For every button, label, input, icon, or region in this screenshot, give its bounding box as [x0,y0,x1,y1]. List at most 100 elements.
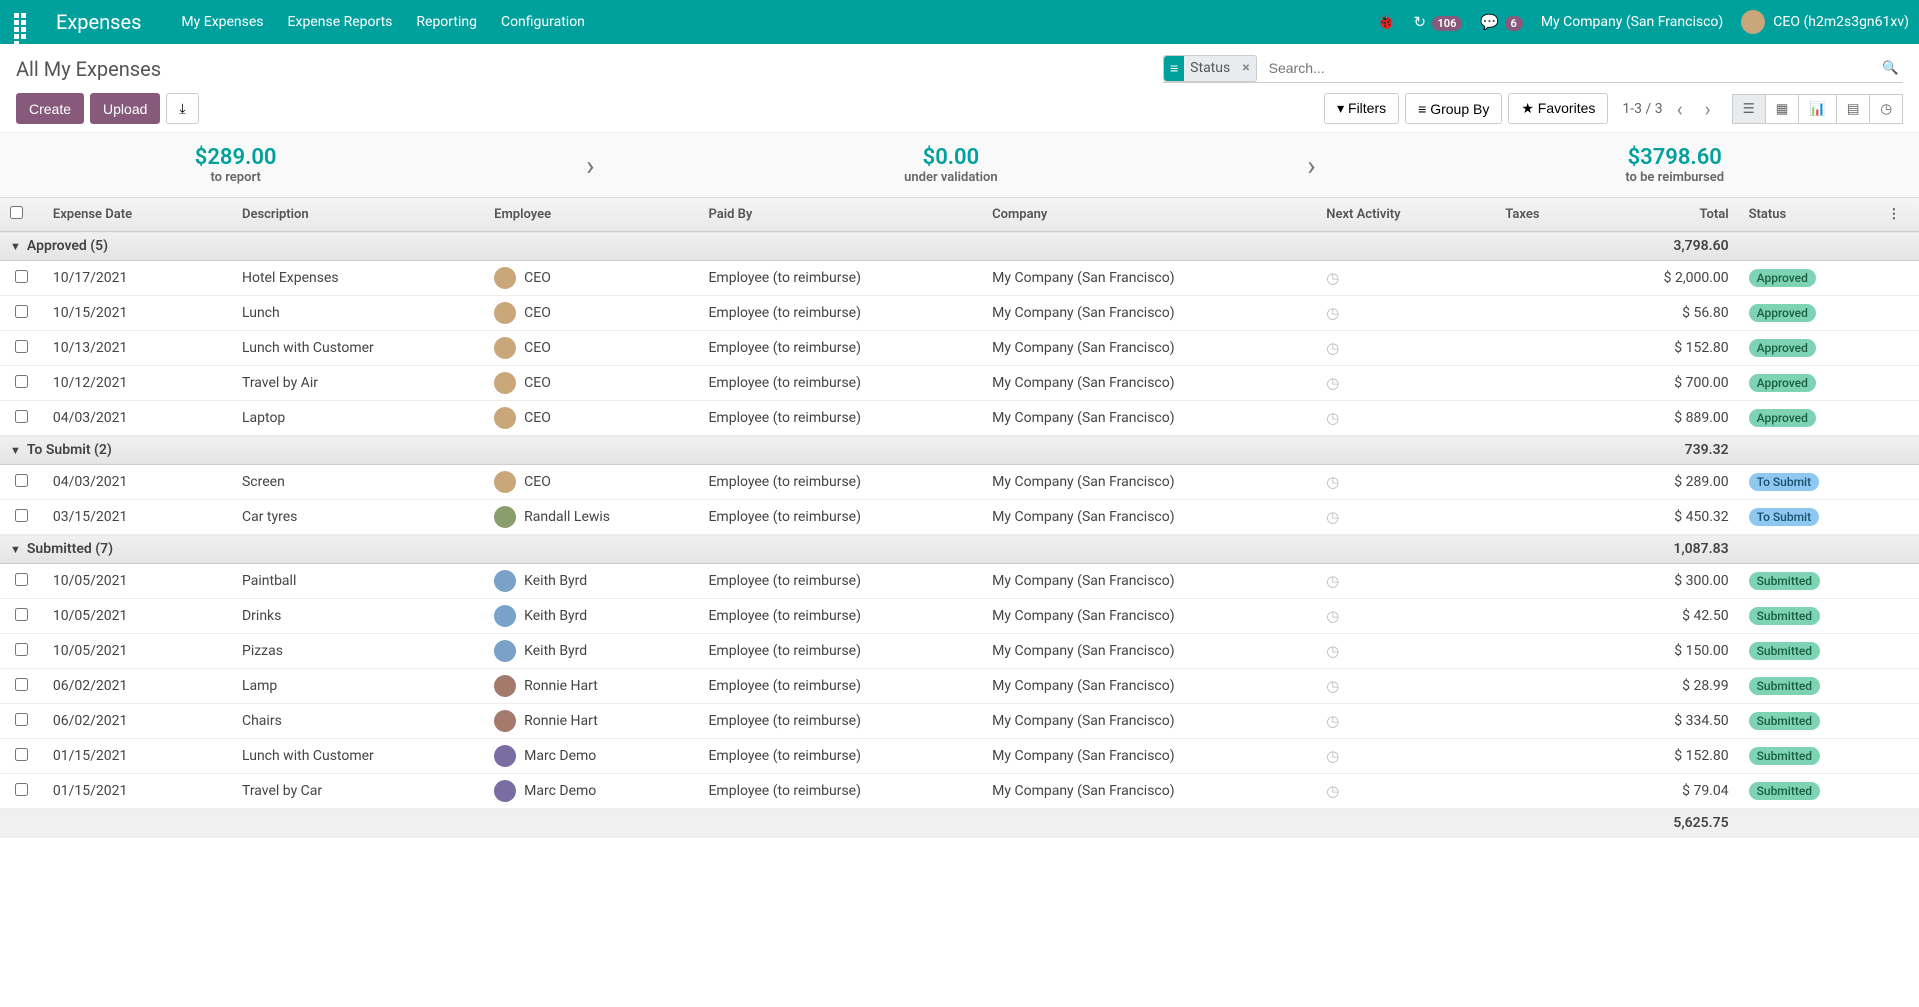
cell-employee: Ronnie Hart [524,713,598,729]
activity-clock-icon[interactable]: ◷ [1326,712,1339,730]
row-checkbox[interactable] [15,340,28,353]
cell-paid-by: Employee (to reimburse) [698,296,982,331]
pager-prev-icon[interactable]: ‹ [1669,95,1691,123]
nav-reporting[interactable]: Reporting [416,14,477,30]
col-description[interactable]: Description [232,198,484,232]
view-pivot-button[interactable]: ▤ [1836,94,1871,124]
debug-icon[interactable]: 🐞 [1377,13,1396,31]
chat-notification[interactable]: 💬 6 [1480,13,1522,31]
table-row[interactable]: 10/13/2021 Lunch with Customer CEO Emplo… [0,331,1919,366]
activity-clock-icon[interactable]: ◷ [1326,374,1339,392]
download-button[interactable]: ⤓ [166,93,198,124]
col-employee[interactable]: Employee [484,198,698,232]
row-checkbox[interactable] [15,474,28,487]
dash-to-report[interactable]: $289.00 to report [195,145,277,185]
activity-clock-icon[interactable]: ◷ [1326,304,1339,322]
cell-description: Travel by Car [232,774,484,809]
row-checkbox[interactable] [15,713,28,726]
table-row[interactable]: 03/15/2021 Car tyres Randall Lewis Emplo… [0,500,1919,535]
view-kanban-button[interactable]: ▦ [1765,94,1800,124]
col-company[interactable]: Company [982,198,1316,232]
facet-remove-icon[interactable]: × [1236,60,1255,76]
group-header[interactable]: ▼Submitted (7)1,087.83 [0,535,1919,564]
row-checkbox[interactable] [15,608,28,621]
pager-next-icon[interactable]: › [1697,95,1719,123]
nav-configuration[interactable]: Configuration [501,14,585,30]
status-badge: Approved [1749,339,1816,357]
dash-to-reimburse[interactable]: $3798.60 to be reimbursed [1625,145,1724,185]
table-row[interactable]: 06/02/2021 Lamp Ronnie Hart Employee (to… [0,669,1919,704]
table-row[interactable]: 04/03/2021 Screen CEO Employee (to reimb… [0,465,1919,500]
activity-clock-icon[interactable]: ◷ [1326,642,1339,660]
activity-clock-icon[interactable]: ◷ [1326,409,1339,427]
user-menu[interactable]: CEO (h2m2s3gn61xv) [1741,10,1909,34]
activity-clock-icon[interactable]: ◷ [1326,782,1339,800]
table-row[interactable]: 10/05/2021 Pizzas Keith Byrd Employee (t… [0,634,1919,669]
company-switcher[interactable]: My Company (San Francisco) [1541,14,1723,30]
view-graph-button[interactable]: 📊 [1798,94,1837,124]
app-brand[interactable]: Expenses [56,10,141,34]
row-checkbox[interactable] [15,410,28,423]
group-header[interactable]: ▼Approved (5)3,798.60 [0,232,1919,261]
nav-my-expenses[interactable]: My Expenses [181,14,263,30]
dash-under-validation[interactable]: $0.00 under validation [904,145,998,185]
clock-notification[interactable]: ↻ 106 [1413,13,1462,31]
search-facet-status: ≡ Status × [1163,55,1257,82]
employee-avatar-icon [494,710,516,732]
table-row[interactable]: 10/05/2021 Drinks Keith Byrd Employee (t… [0,599,1919,634]
employee-avatar-icon [494,407,516,429]
row-checkbox[interactable] [15,643,28,656]
col-status[interactable]: Status [1739,198,1878,232]
table-row[interactable]: 10/17/2021 Hotel Expenses CEO Employee (… [0,261,1919,296]
view-list-button[interactable]: ☰ [1732,94,1766,124]
filters-button[interactable]: ▾ Filters [1324,93,1399,124]
table-row[interactable]: 01/15/2021 Lunch with Customer Marc Demo… [0,739,1919,774]
create-button[interactable]: Create [16,93,84,124]
activity-clock-icon[interactable]: ◷ [1326,508,1339,526]
employee-avatar-icon [494,640,516,662]
activity-clock-icon[interactable]: ◷ [1326,572,1339,590]
row-checkbox[interactable] [15,270,28,283]
cell-description: Lunch with Customer [232,739,484,774]
upload-button[interactable]: Upload [90,93,160,124]
row-checkbox[interactable] [15,573,28,586]
view-activity-button[interactable]: ◷ [1869,94,1903,124]
activity-clock-icon[interactable]: ◷ [1326,269,1339,287]
activity-clock-icon[interactable]: ◷ [1326,339,1339,357]
activity-clock-icon[interactable]: ◷ [1326,607,1339,625]
cell-description: Hotel Expenses [232,261,484,296]
select-all-checkbox[interactable] [10,206,23,219]
employee-avatar-icon [494,675,516,697]
table-row[interactable]: 04/03/2021 Laptop CEO Employee (to reimb… [0,401,1919,436]
activity-clock-icon[interactable]: ◷ [1326,473,1339,491]
col-next-activity[interactable]: Next Activity [1316,198,1474,232]
row-checkbox[interactable] [15,375,28,388]
activity-clock-icon[interactable]: ◷ [1326,747,1339,765]
row-checkbox[interactable] [15,678,28,691]
row-checkbox[interactable] [15,783,28,796]
search-icon: 🔍 [1882,60,1899,75]
col-taxes[interactable]: Taxes [1474,198,1550,232]
pager-value[interactable]: 1-3 / 3 [1622,101,1662,117]
col-total[interactable]: Total [1550,198,1739,232]
table-row[interactable]: 10/15/2021 Lunch CEO Employee (to reimbu… [0,296,1919,331]
table-row[interactable]: 06/02/2021 Chairs Ronnie Hart Employee (… [0,704,1919,739]
col-optional[interactable]: ⋮ [1877,198,1919,232]
group-header[interactable]: ▼To Submit (2)739.32 [0,436,1919,465]
table-row[interactable]: 10/05/2021 Paintball Keith Byrd Employee… [0,564,1919,599]
search-input[interactable] [1263,54,1879,82]
nav-expense-reports[interactable]: Expense Reports [288,14,393,30]
row-checkbox[interactable] [15,305,28,318]
apps-icon[interactable] [10,9,36,35]
table-row[interactable]: 01/15/2021 Travel by Car Marc Demo Emplo… [0,774,1919,809]
row-checkbox[interactable] [15,748,28,761]
col-paid-by[interactable]: Paid By [698,198,982,232]
col-expense-date[interactable]: Expense Date [43,198,232,232]
row-checkbox[interactable] [15,509,28,522]
cell-date: 10/17/2021 [43,261,232,296]
activity-clock-icon[interactable]: ◷ [1326,677,1339,695]
table-row[interactable]: 10/12/2021 Travel by Air CEO Employee (t… [0,366,1919,401]
favorites-button[interactable]: ★ Favorites [1508,93,1608,124]
search-button[interactable]: 🔍 [1878,56,1903,80]
groupby-button[interactable]: ≡ Group By [1405,93,1502,124]
